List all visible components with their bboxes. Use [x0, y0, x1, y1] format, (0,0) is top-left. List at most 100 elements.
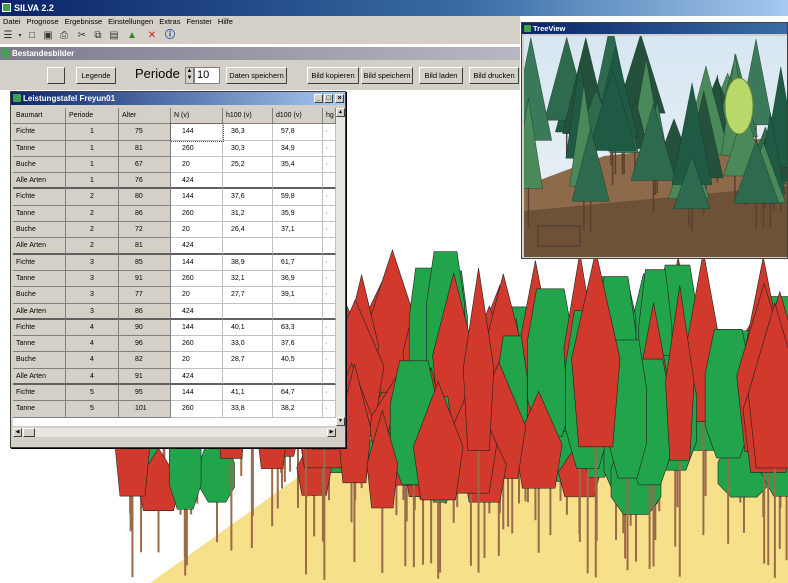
table-cell[interactable]: 424 [171, 368, 223, 386]
table-cell[interactable]: 424 [171, 173, 223, 190]
color-swatch[interactable] [47, 67, 65, 84]
table-cell[interactable]: 260 [171, 336, 223, 353]
table-cell[interactable] [323, 238, 336, 255]
table-cell[interactable]: · [323, 385, 336, 402]
table-cell[interactable]: · [323, 319, 336, 337]
table-cell[interactable]: 424 [171, 303, 223, 320]
table-cell[interactable]: 57,8 [273, 124, 323, 141]
table-row[interactable]: Buche 4 82 20 28,7 40,5 · [13, 352, 336, 369]
close-icon[interactable]: × [335, 94, 344, 103]
table-cell[interactable] [223, 173, 273, 190]
table-row[interactable]: Tanne 1 81 260 30,3 34,9 · [13, 140, 336, 157]
table-row[interactable]: Alle Arten 4 91 424 [13, 368, 336, 386]
table-cell[interactable]: · [323, 189, 336, 206]
treeview-3d-canvas[interactable] [524, 36, 787, 257]
table-cell[interactable]: 32,1 [223, 270, 273, 288]
table-cell[interactable] [323, 303, 336, 320]
table-cell[interactable]: 37,6 [223, 189, 273, 206]
scroll-down-icon[interactable]: ▼ [336, 417, 345, 426]
cut-icon[interactable]: ✂ [76, 30, 88, 42]
bild-laden-button[interactable]: Bild laden [419, 67, 463, 84]
table-row[interactable]: Buche 1 67 20 25,2 35,4 · [13, 156, 336, 174]
table-cell[interactable] [223, 368, 273, 386]
table-cell[interactable] [223, 238, 273, 255]
table-cell[interactable] [323, 173, 336, 190]
table-cell[interactable]: 63,3 [273, 319, 323, 337]
table-cell[interactable]: 40,5 [273, 352, 323, 369]
table-cell[interactable]: 260 [171, 401, 223, 418]
table-cell[interactable] [273, 368, 323, 386]
table-cell[interactable]: 33,0 [223, 336, 273, 353]
table-cell[interactable]: 260 [171, 205, 223, 223]
tree-icon[interactable]: ▲ [126, 30, 138, 42]
table-cell[interactable]: 33,8 [223, 401, 273, 418]
table-cell[interactable]: 424 [171, 238, 223, 255]
table-cell[interactable]: · [323, 287, 336, 304]
table-cell[interactable]: 61,7 [273, 254, 323, 271]
table-row[interactable]: Tanne 2 86 260 31,2 35,9 · [13, 205, 336, 223]
legende-button[interactable]: Legende [76, 67, 116, 84]
table-row[interactable]: Alle Arten 1 76 424 [13, 173, 336, 190]
table-cell[interactable]: 37,6 [273, 336, 323, 353]
table-cell[interactable]: 35,9 [273, 205, 323, 223]
vertical-scrollbar[interactable]: ▲ ▼ [336, 108, 345, 426]
table-cell[interactable]: 35,4 [273, 156, 323, 174]
table-cell[interactable]: 40,1 [223, 319, 273, 337]
table-row[interactable]: Alle Arten 2 81 424 [13, 238, 336, 255]
column-header[interactable]: d100 (v) [273, 108, 323, 125]
menu-extras[interactable]: Extras [156, 16, 183, 28]
scroll-right-icon[interactable]: ▶ [327, 428, 336, 437]
table-cell[interactable]: · [323, 156, 336, 174]
table-cell[interactable]: · [323, 352, 336, 369]
help-icon[interactable]: ⓘ [164, 30, 176, 42]
menu-prognose[interactable]: Prognose [24, 16, 62, 28]
table-cell[interactable]: · [323, 222, 336, 239]
table-cell[interactable]: 20 [171, 352, 223, 369]
copy-icon[interactable]: ⧉ [92, 30, 104, 42]
table-cell[interactable]: 260 [171, 270, 223, 288]
table-cell[interactable]: · [323, 254, 336, 271]
column-header[interactable]: N (v) [171, 108, 223, 125]
table-cell[interactable]: 260 [171, 140, 223, 157]
table-cell[interactable]: · [323, 140, 336, 157]
table-cell[interactable]: 144 [171, 319, 223, 337]
table-row[interactable]: Fichte 1 75 144 36,3 57,8 · [13, 123, 336, 142]
horizontal-scrollbar[interactable]: ◀ ▶ [13, 428, 336, 437]
table-cell[interactable] [273, 238, 323, 255]
maximize-icon[interactable]: □ [324, 94, 333, 103]
bild-speichern-button[interactable]: Bild speichern [361, 67, 413, 84]
table-cell[interactable]: 20 [171, 287, 223, 304]
table-cell[interactable]: 144 [170, 123, 224, 142]
table-cell[interactable]: 30,3 [223, 140, 273, 157]
menu-fenster[interactable]: Fenster [183, 16, 214, 28]
delete-icon[interactable]: ✕ [146, 30, 158, 42]
menu-ergebnisse[interactable]: Ergebnisse [62, 16, 106, 28]
table-cell[interactable]: 20 [171, 222, 223, 239]
table-row[interactable]: Tanne 4 96 260 33,0 37,6 · [13, 336, 336, 353]
table-row[interactable]: Tanne 5 101 260 33,8 38,2 · [13, 401, 336, 418]
table-cell[interactable]: · [323, 401, 336, 418]
column-header[interactable]: hg [323, 108, 336, 125]
print-icon[interactable]: ⎙ [58, 30, 70, 42]
table-cell[interactable]: 36,9 [273, 270, 323, 288]
table-cell[interactable]: · [323, 336, 336, 353]
table-cell[interactable]: 36,3 [223, 124, 273, 141]
table-cell[interactable]: 20 [171, 156, 223, 174]
table-cell[interactable]: 31,2 [223, 205, 273, 223]
dropdown-icon[interactable]: ▾ [14, 30, 26, 42]
table-cell[interactable] [223, 303, 273, 320]
column-header[interactable]: Alter [119, 108, 171, 125]
table-cell[interactable]: 64,7 [273, 385, 323, 402]
table-cell[interactable]: 28,7 [223, 352, 273, 369]
new-icon[interactable]: □ [26, 30, 38, 42]
table-cell[interactable]: 144 [171, 385, 223, 402]
table-cell[interactable]: 39,1 [273, 287, 323, 304]
table-cell[interactable]: 144 [171, 254, 223, 271]
save-icon[interactable]: ▣ [42, 30, 54, 42]
table-cell[interactable] [323, 368, 336, 386]
menu-datei[interactable]: Datei [0, 16, 24, 28]
bild-kopieren-button[interactable]: Bild kopieren [307, 67, 359, 84]
menu-hilfe[interactable]: Hilfe [215, 16, 236, 28]
minimize-icon[interactable]: _ [314, 94, 323, 103]
table-cell[interactable]: 27,7 [223, 287, 273, 304]
